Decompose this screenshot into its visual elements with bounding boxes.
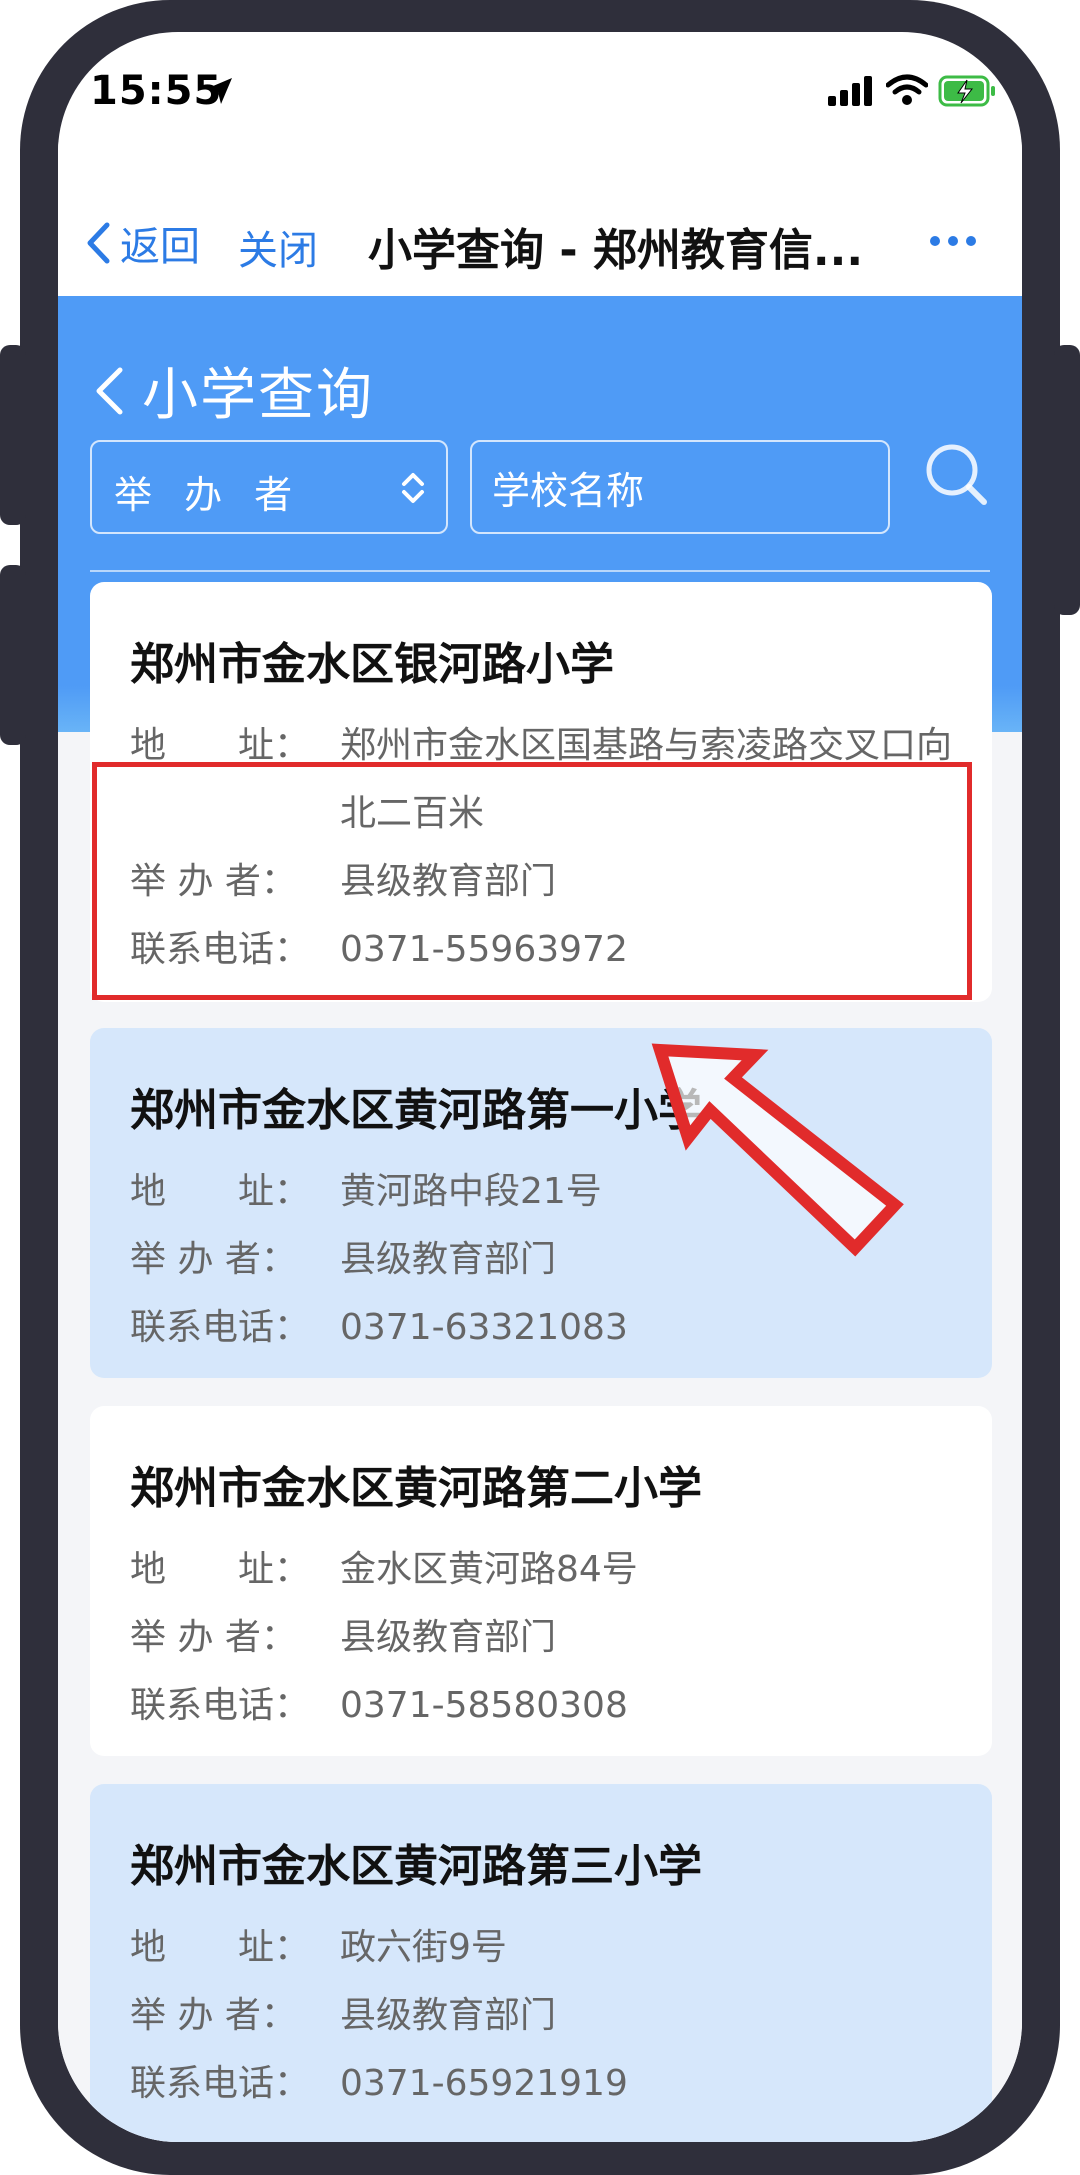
address-label: 地 址： <box>130 1549 311 1590</box>
sponsor-select-value: 举 办 者 <box>114 473 303 517</box>
sponsor-label: 举 办 者： <box>130 1995 297 2036</box>
school-name-input[interactable]: 学校名称 <box>470 440 890 534</box>
chevron-left-icon[interactable] <box>94 366 124 416</box>
side-button-right <box>1054 345 1080 615</box>
side-button-left-2 <box>0 565 26 745</box>
sponsor-value: 县级教育部门 <box>340 1617 557 1658</box>
school-name-placeholder: 学校名称 <box>492 468 645 513</box>
annotation-arrow-icon <box>651 1043 904 1257</box>
phone-value[interactable]: 0371-63321083 <box>340 1294 952 1362</box>
school-card[interactable]: 郑州市金水区黄河路第三小学 地 址： 政六街9号 举 办 者： 县级教育部门 联… <box>90 1784 992 2142</box>
sponsor-label: 举 办 者： <box>130 1617 297 1658</box>
address-label: 地 址： <box>130 1927 311 1968</box>
phone-value[interactable]: 0371-58580308 <box>340 1672 952 1740</box>
school-card[interactable]: 郑州市金水区黄河路第二小学 地 址： 金水区黄河路84号 举 办 者： 县级教育… <box>90 1406 992 1756</box>
school-name: 郑州市金水区银河路小学 <box>130 639 614 690</box>
chevron-updown-icon <box>402 473 424 503</box>
side-button-left-1 <box>0 345 26 525</box>
sponsor-value: 县级教育部门 <box>340 1995 557 2036</box>
status-bar: 15:55 <box>58 32 1022 142</box>
section-title: 小学查询 <box>142 363 374 428</box>
battery-charging-icon <box>938 75 995 107</box>
back-button-label: 返回 <box>120 224 200 270</box>
phone-row: 联系电话： 0371-58580308 <box>130 1672 952 1740</box>
phone-label: 联系电话： <box>130 2063 311 2104</box>
phone-label: 联系电话： <box>130 1307 311 1348</box>
cellular-signal-icon <box>828 76 872 106</box>
address-label: 地 址： <box>130 1171 311 1212</box>
status-time: 15:55 <box>90 68 223 114</box>
close-button[interactable]: 关闭 <box>238 218 318 276</box>
wifi-icon <box>886 74 928 105</box>
section-header[interactable]: 小学查询 <box>94 350 374 431</box>
phone-row: 联系电话： 0371-63321083 <box>130 1294 952 1362</box>
header-divider <box>90 570 990 572</box>
phone-value[interactable]: 0371-65921919 <box>340 2050 952 2118</box>
sponsor-label: 举 办 者： <box>130 1239 297 1280</box>
more-options-icon[interactable] <box>928 234 978 248</box>
address-value: 金水区黄河路84号 <box>340 1549 638 1590</box>
address-row: 地 址： 政六街9号 <box>130 1914 952 1982</box>
annotation-highlight-box <box>92 762 972 1000</box>
address-row: 地 址： 金水区黄河路84号 <box>130 1536 952 1604</box>
page-title: 小学查询 - 郑州教育信... <box>368 225 864 276</box>
back-button[interactable]: 返回 <box>86 214 200 272</box>
school-name: 郑州市金水区黄河路第三小学 <box>130 1841 702 1892</box>
phone-label: 联系电话： <box>130 1685 311 1726</box>
phone-row: 联系电话： 0371-65921919 <box>130 2050 952 2118</box>
sponsor-row: 举 办 者： 县级教育部门 <box>130 1982 952 2050</box>
sponsor-select[interactable]: 举 办 者 <box>90 440 448 534</box>
search-icon[interactable] <box>924 442 990 508</box>
school-name: 郑州市金水区黄河路第二小学 <box>130 1463 702 1514</box>
chevron-left-icon <box>87 222 110 264</box>
sponsor-row: 举 办 者： 县级教育部门 <box>130 1604 952 1672</box>
address-value: 政六街9号 <box>340 1927 507 1968</box>
location-arrow-icon <box>206 78 232 104</box>
navigation-bar: 返回 关闭 小学查询 - 郑州教育信... <box>58 142 1022 296</box>
